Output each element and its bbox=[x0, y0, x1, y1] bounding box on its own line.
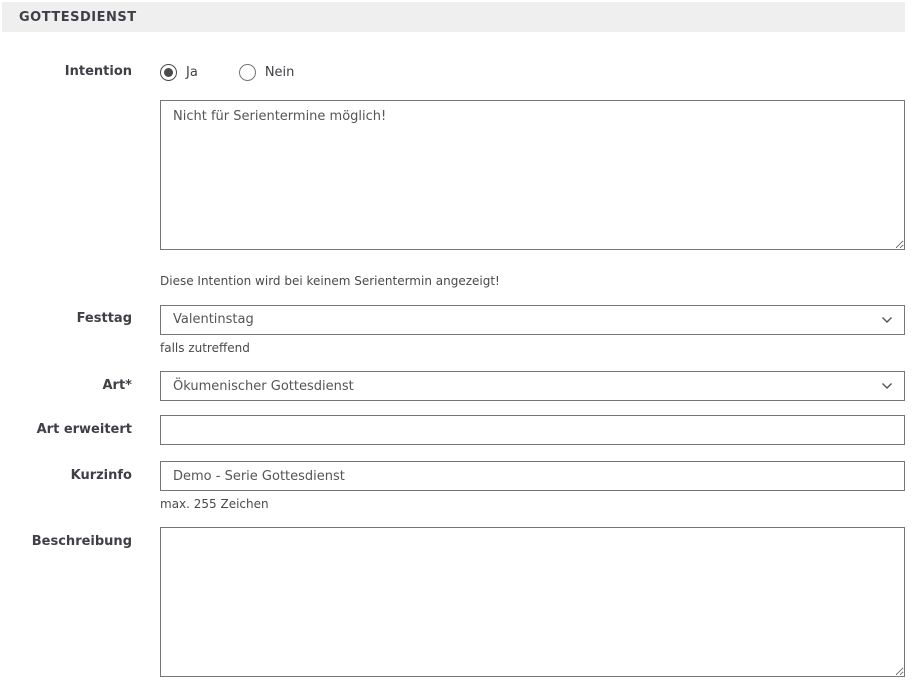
intention-option-ja[interactable]: Ja bbox=[160, 64, 198, 81]
kurzinfo-label: Kurzinfo bbox=[2, 468, 132, 484]
festtag-control: Valentinstag bbox=[160, 305, 905, 335]
intention-helper-text: Diese Intention wird bei keinem Seriente… bbox=[160, 274, 905, 290]
beschreibung-control bbox=[160, 527, 905, 681]
kurzinfo-control bbox=[160, 461, 905, 491]
art-row: Art* Ökumenischer Gottesdienst bbox=[2, 371, 905, 401]
intention-option-nein[interactable]: Nein bbox=[239, 64, 295, 81]
intention-radio-group: Ja Nein bbox=[160, 64, 905, 81]
gottesdienst-form: Intention Ja Nein Nicht für Serientermin… bbox=[2, 64, 905, 681]
festtag-row: Festtag Valentinstag bbox=[2, 305, 905, 335]
intention-row: Intention Ja Nein bbox=[2, 64, 905, 81]
section-title: GOTTESDIENST bbox=[19, 10, 137, 25]
gottesdienst-section: GOTTESDIENST Intention Ja Nein Nicht für… bbox=[2, 2, 905, 681]
section-header: GOTTESDIENST bbox=[2, 2, 905, 32]
intention-label: Intention bbox=[2, 64, 132, 80]
art-select-value: Ökumenischer Gottesdienst bbox=[173, 379, 354, 394]
intention-note-row: Nicht für Serientermine möglich! bbox=[2, 100, 905, 254]
intention-note-control: Nicht für Serientermine möglich! bbox=[160, 100, 905, 254]
festtag-select-value: Valentinstag bbox=[173, 312, 254, 327]
beschreibung-textarea[interactable] bbox=[160, 527, 905, 677]
intention-helper-row: Diese Intention wird bei keinem Seriente… bbox=[2, 274, 905, 290]
intention-note-textarea[interactable]: Nicht für Serientermine möglich! bbox=[160, 100, 905, 250]
kurzinfo-helper-text: max. 255 Zeichen bbox=[160, 497, 905, 513]
festtag-helper-text: falls zutreffend bbox=[160, 341, 905, 357]
festtag-helper-row: falls zutreffend bbox=[2, 341, 905, 357]
art-select[interactable]: Ökumenischer Gottesdienst bbox=[160, 371, 905, 401]
art-erweitert-input[interactable] bbox=[160, 415, 905, 445]
art-control: Ökumenischer Gottesdienst bbox=[160, 371, 905, 401]
kurzinfo-row: Kurzinfo bbox=[2, 461, 905, 491]
chevron-down-icon bbox=[881, 382, 893, 390]
art-erweitert-control bbox=[160, 415, 905, 445]
radio-ja-label[interactable]: Ja bbox=[186, 65, 198, 80]
radio-ja-icon[interactable] bbox=[160, 64, 177, 81]
festtag-select[interactable]: Valentinstag bbox=[160, 305, 905, 335]
radio-nein-label[interactable]: Nein bbox=[265, 65, 295, 80]
beschreibung-label: Beschreibung bbox=[2, 527, 132, 550]
chevron-down-icon bbox=[881, 316, 893, 324]
kurzinfo-input[interactable] bbox=[160, 461, 905, 491]
art-erweitert-label: Art erweitert bbox=[2, 422, 132, 438]
radio-nein-icon[interactable] bbox=[239, 64, 256, 81]
art-label: Art* bbox=[2, 378, 132, 394]
festtag-label: Festtag bbox=[2, 311, 132, 327]
art-erweitert-row: Art erweitert bbox=[2, 415, 905, 445]
intention-note-label-spacer bbox=[2, 100, 132, 107]
kurzinfo-helper-row: max. 255 Zeichen bbox=[2, 497, 905, 513]
beschreibung-row: Beschreibung bbox=[2, 527, 905, 681]
